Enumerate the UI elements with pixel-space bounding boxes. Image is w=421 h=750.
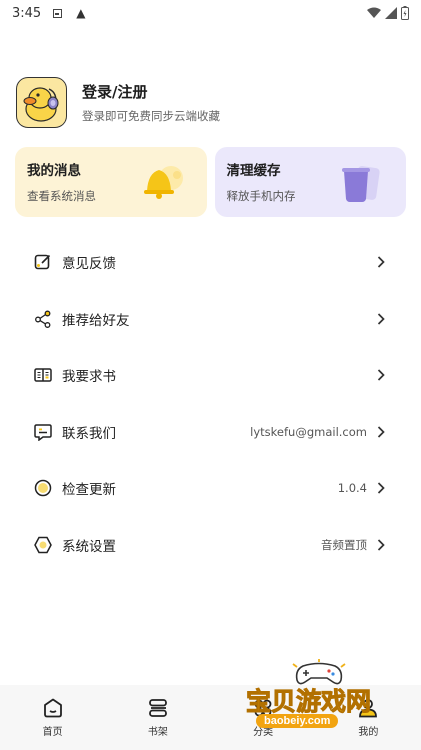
home-icon	[43, 698, 62, 718]
tab-label: 我的	[358, 727, 379, 738]
profile-icon	[359, 699, 378, 718]
menu-item-recommend[interactable]: 推荐给好友	[0, 291, 421, 348]
tab-label: 分类	[253, 727, 274, 738]
warning-icon: ▲	[76, 6, 86, 20]
book-icon	[34, 366, 52, 384]
bell-icon	[143, 166, 183, 199]
profile-header[interactable]: 登录/注册 登录即可免费同步云端收藏	[16, 76, 405, 128]
tab-home[interactable]: 首页	[0, 685, 105, 750]
chevron-right-icon	[375, 313, 387, 325]
menu-item-label: 联系我们	[62, 425, 116, 442]
battery-icon	[401, 6, 409, 20]
tab-profile[interactable]: 我的	[316, 685, 421, 750]
signal-icon	[385, 7, 397, 19]
chevron-right-icon	[375, 369, 387, 381]
menu-item-label: 系统设置	[62, 538, 116, 555]
menu-item-contact[interactable]: 联系我们 lytskefu@gmail.com	[0, 404, 421, 461]
clear-cache-card[interactable]: 清理缓存 释放手机内存	[214, 147, 406, 217]
edit-icon	[34, 253, 52, 271]
trash-bin-icon	[342, 166, 380, 202]
update-icon	[34, 479, 52, 497]
tab-bookshelf[interactable]: 书架	[105, 685, 210, 750]
login-subtitle: 登录即可免费同步云端收藏	[82, 108, 220, 123]
share-icon	[34, 310, 52, 328]
status-time: 3:45	[12, 5, 42, 21]
menu-item-label: 检查更新	[62, 482, 116, 499]
bottom-tab-bar: 首页 书架 分类 我的	[0, 685, 421, 750]
notification-icon	[53, 8, 63, 18]
chevron-right-icon	[375, 482, 387, 494]
settings-icon	[34, 536, 52, 554]
chevron-right-icon	[375, 539, 387, 551]
app-version: 1.0.4	[337, 481, 367, 496]
duck-avatar-icon[interactable]	[16, 76, 67, 128]
status-right	[367, 6, 409, 20]
settings-menu: 意见反馈 推荐给好友 我要求书 联系我们 lytskefu@gmail.com …	[0, 234, 421, 573]
category-icon	[254, 699, 272, 717]
menu-item-label: 意见反馈	[62, 256, 116, 273]
menu-item-check-update[interactable]: 检查更新 1.0.4	[0, 460, 421, 517]
menu-item-label: 推荐给好友	[62, 312, 130, 329]
contact-email: lytskefu@gmail.com	[250, 424, 367, 439]
bookshelf-icon	[148, 699, 167, 717]
gamepad-icon	[292, 659, 346, 685]
login-register-title[interactable]: 登录/注册	[82, 81, 220, 103]
tab-category[interactable]: 分类	[211, 685, 316, 750]
menu-item-system-settings[interactable]: 系统设置 音频置顶	[0, 517, 421, 574]
menu-item-request-book[interactable]: 我要求书	[0, 347, 421, 404]
chevron-right-icon	[375, 426, 387, 438]
settings-value: 音频置顶	[321, 537, 367, 552]
profile-text: 登录/注册 登录即可免费同步云端收藏	[82, 81, 220, 124]
wifi-icon	[367, 7, 381, 18]
menu-item-feedback[interactable]: 意见反馈	[0, 234, 421, 291]
chevron-right-icon	[375, 256, 387, 268]
chat-icon	[34, 423, 52, 441]
tab-label: 书架	[147, 727, 168, 738]
my-messages-card[interactable]: 我的消息 查看系统消息	[15, 147, 207, 217]
status-bar: 3:45 ▲	[0, 0, 421, 26]
menu-item-label: 我要求书	[62, 369, 116, 386]
tab-label: 首页	[42, 727, 63, 738]
quick-cards: 我的消息 查看系统消息 清理缓存 释放手机内存	[15, 147, 406, 217]
